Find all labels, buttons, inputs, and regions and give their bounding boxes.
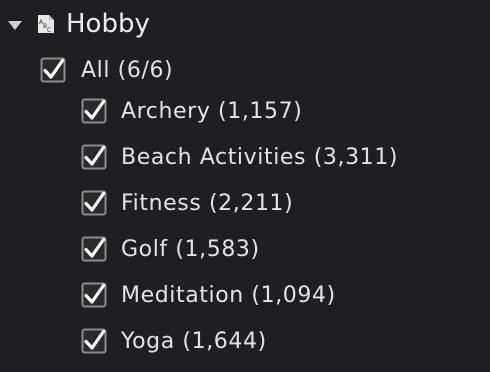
checkbox-checked-icon[interactable]: [81, 328, 107, 354]
checkbox-checked-icon[interactable]: [81, 98, 107, 124]
filter-item-label: All (6/6): [81, 57, 174, 83]
abc-string-icon: A B C: [38, 15, 54, 34]
checkbox-checked-icon[interactable]: [81, 236, 107, 262]
filter-item-all[interactable]: All (6/6): [40, 50, 173, 90]
filter-item-label: Fitness (2,211): [121, 190, 294, 216]
filter-item-label: Golf (1,583): [121, 236, 260, 262]
filter-item-label: Yoga (1,644): [121, 328, 267, 354]
filter-item-meditation[interactable]: Meditation (1,094): [81, 275, 336, 315]
filter-item-label: Archery (1,157): [121, 98, 303, 124]
collapse-triangle-icon[interactable]: [8, 21, 22, 30]
filter-item-archery[interactable]: Archery (1,157): [81, 91, 302, 131]
checkbox-checked-icon[interactable]: [81, 190, 107, 216]
filter-item-label: Meditation (1,094): [121, 282, 336, 308]
filter-item-label: Beach Activities (3,311): [121, 144, 399, 170]
filter-item-golf[interactable]: Golf (1,583): [81, 229, 260, 269]
filter-item-beach-activities[interactable]: Beach Activities (3,311): [81, 137, 398, 177]
checkbox-checked-icon[interactable]: [40, 57, 66, 83]
checkbox-checked-icon[interactable]: [81, 282, 107, 308]
filter-header: A B C Hobby: [0, 0, 490, 50]
svg-text:C: C: [47, 27, 51, 34]
filter-field-title: Hobby: [66, 9, 150, 39]
checkbox-checked-icon[interactable]: [81, 144, 107, 170]
filter-item-yoga[interactable]: Yoga (1,644): [81, 321, 267, 361]
filter-item-fitness[interactable]: Fitness (2,211): [81, 183, 293, 223]
